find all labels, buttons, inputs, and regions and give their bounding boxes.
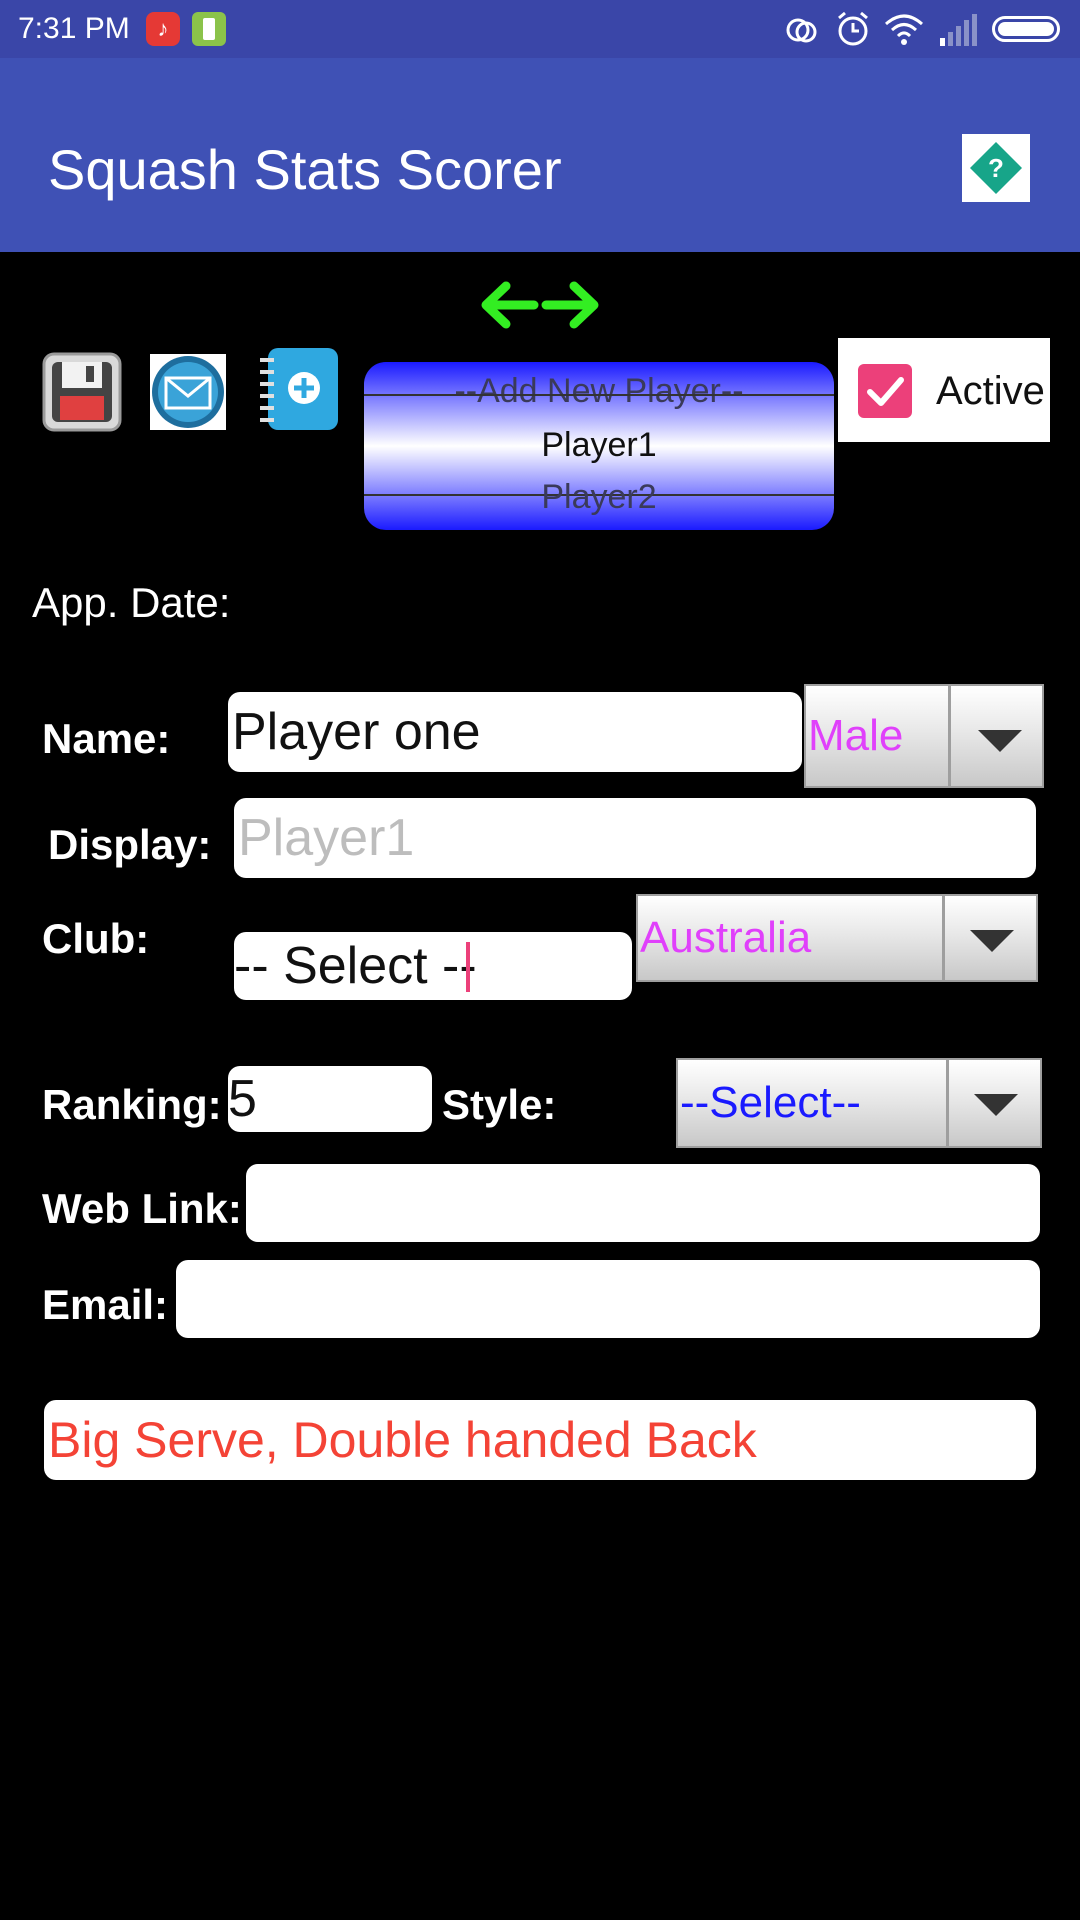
signal-icon [940, 14, 977, 46]
notification-app-icon: ♪ [146, 12, 180, 46]
save-icon[interactable] [42, 352, 122, 432]
notes-input[interactable]: Big Serve, Double handed Back [44, 1400, 1036, 1480]
picker-divider [364, 394, 834, 396]
email-label: Email: [42, 1281, 169, 1328]
app-title: Squash Stats Scorer [48, 138, 562, 201]
style-dropdown[interactable]: --Select-- [676, 1058, 1042, 1148]
wifi-icon [885, 14, 923, 45]
mail-icon[interactable] [148, 352, 228, 432]
weblink-input[interactable] [246, 1164, 1040, 1242]
help-icon: ? [970, 142, 1022, 194]
app-date-label: App. Date: [32, 579, 231, 626]
style-label: Style: [442, 1081, 557, 1128]
sync-icon [786, 18, 817, 43]
chevron-down-icon [974, 1094, 1018, 1116]
display-label: Display: [48, 821, 212, 868]
name-input[interactable]: Player one [228, 692, 802, 772]
club-input[interactable]: -- Select -- [234, 932, 632, 1000]
country-value: Australia [640, 913, 812, 962]
alarm-icon [838, 11, 868, 46]
player-picker[interactable]: --Add New Player-- Player1 Player2 [364, 362, 834, 530]
add-contact-icon[interactable] [254, 344, 344, 434]
name-label: Name: [42, 715, 171, 762]
checkbox-check-icon[interactable] [858, 364, 912, 418]
gender-value: Male [808, 711, 904, 760]
ranking-input[interactable]: 5 [228, 1066, 432, 1132]
display-input[interactable]: Player1 [234, 798, 1036, 878]
active-label: Active [936, 369, 1045, 413]
status-time: 7:31 PM [18, 12, 130, 45]
picker-item-player1[interactable]: Player1 [364, 426, 834, 465]
chevron-down-icon [978, 730, 1022, 752]
email-input[interactable] [176, 1260, 1040, 1338]
gender-dropdown[interactable]: Male [804, 684, 1044, 788]
ranking-label: Ranking: [42, 1081, 222, 1128]
club-value: -- Select -- [234, 937, 477, 995]
battery-icon [992, 16, 1060, 42]
notes-value: Big Serve, Double handed Back [48, 1412, 757, 1468]
help-button[interactable]: ? [962, 134, 1030, 202]
battery-app-icon [192, 12, 226, 46]
display-placeholder: Player1 [238, 809, 415, 867]
country-dropdown[interactable]: Australia [636, 894, 1038, 982]
picker-item-player2[interactable]: Player2 [364, 478, 834, 517]
style-value: --Select-- [680, 1078, 861, 1127]
text-cursor [466, 942, 470, 992]
club-label: Club: [42, 915, 150, 962]
name-value: Player one [232, 703, 481, 761]
active-checkbox[interactable]: Active [838, 338, 1050, 442]
ranking-value: 5 [228, 1070, 257, 1128]
help-symbol: ? [988, 153, 1004, 183]
chevron-down-icon [970, 930, 1014, 952]
swap-arrows-icon[interactable] [478, 276, 602, 334]
weblink-label: Web Link: [42, 1185, 242, 1232]
picker-item-add-new[interactable]: --Add New Player-- [364, 372, 834, 411]
